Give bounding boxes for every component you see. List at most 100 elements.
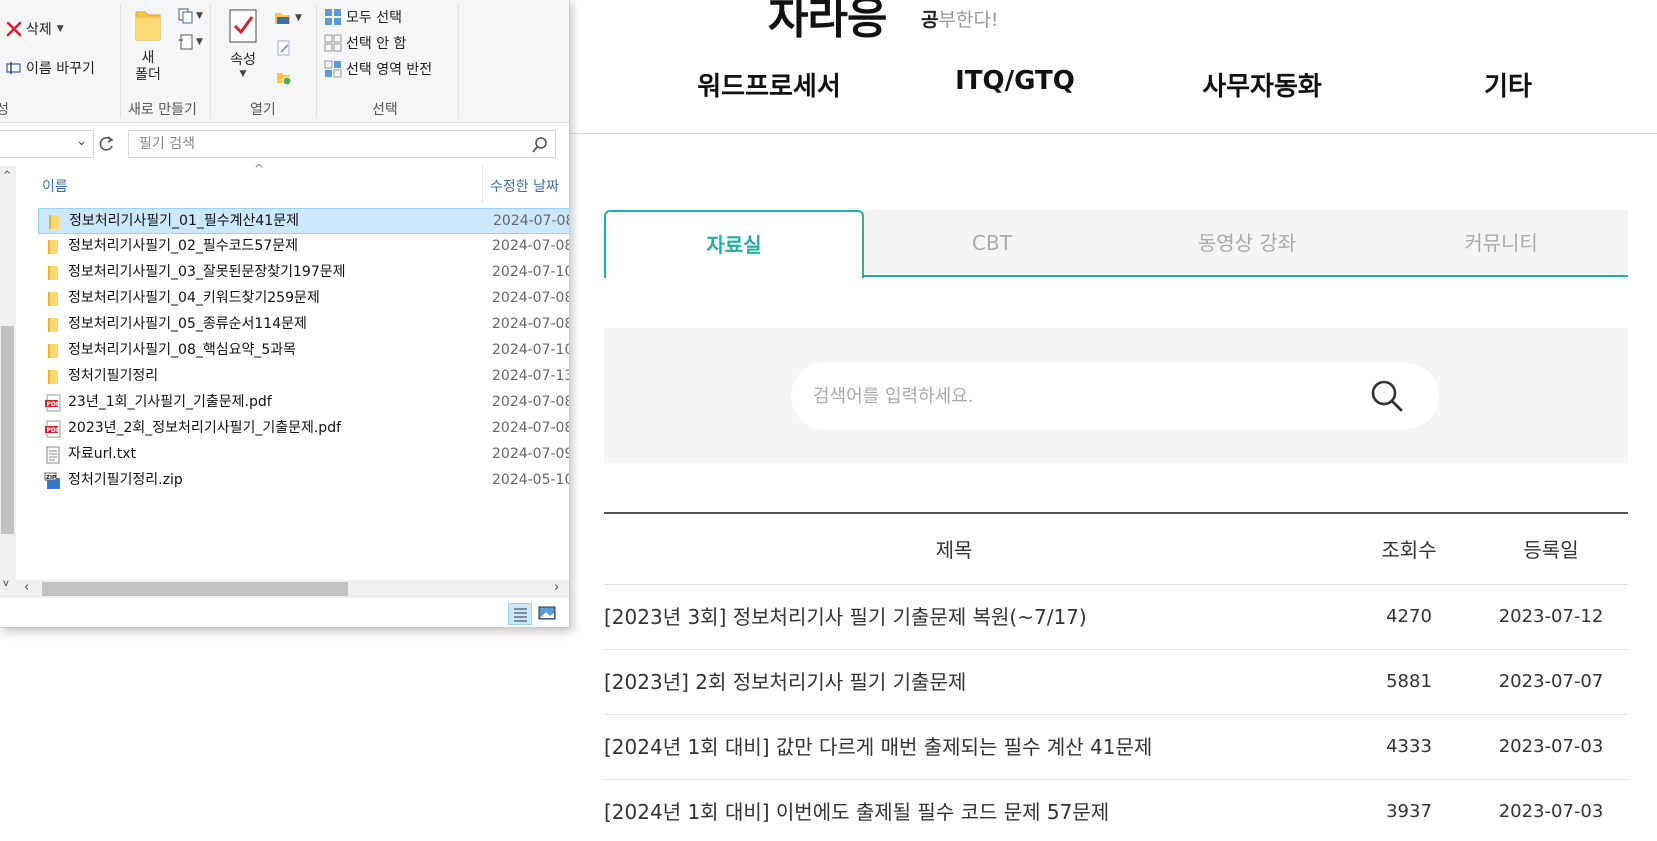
post-title[interactable]: [2023년] 2회 정보처리기사 필기 기출문제 (604, 650, 966, 714)
select-all-button[interactable]: 모두 선택 (324, 7, 402, 27)
ribbon: 삭제 ▼ 이름 바꾸기 성 새 폴더 ▼ ▼ 새로 만들기 속성 ▼ (0, 0, 569, 123)
delete-button[interactable]: 삭제 ▼ (6, 19, 64, 39)
nav-office-automation[interactable]: 사무자동화 (1202, 66, 1322, 103)
board-tabs: 자료실 CBT 동영상 강좌 커뮤니티 (604, 210, 1628, 278)
column-modified[interactable]: 수정한 날짜 (490, 176, 559, 196)
post-row[interactable]: [2024년 1회 대비] 이번에도 출제될 필수 코드 문제 57문제 393… (604, 780, 1628, 841)
address-bar[interactable]: ⌄ (0, 130, 94, 158)
post-date: 2023-07-07 (1498, 671, 1604, 692)
chevron-down-icon[interactable]: ⌄ (76, 134, 87, 149)
search-icon[interactable] (1369, 378, 1405, 414)
post-title[interactable]: [2024년 1회 대비] 값만 다르게 매번 출제되는 필수 계산 41문제 (604, 715, 1152, 779)
details-view-button[interactable] (508, 603, 532, 625)
open-folder-icon (275, 13, 290, 24)
rename-label: 이름 바꾸기 (26, 61, 95, 77)
properties-button[interactable]: 속성 ▼ (226, 8, 260, 79)
folder-icon (48, 240, 58, 254)
board-header: 제목 조회수 등록일 (604, 512, 1628, 585)
svg-text:PDF: PDF (47, 427, 60, 434)
post-views: 5881 (1386, 671, 1432, 692)
file-date: 2024-07-08 (492, 238, 570, 254)
file-date: 2024-07-08 (493, 213, 570, 229)
post-date: 2023-07-03 (1498, 736, 1604, 757)
select-none-label: 선택 안 함 (346, 36, 407, 52)
history-button[interactable] (276, 70, 292, 86)
post-title[interactable]: [2024년 1회 대비] 이번에도 출제될 필수 코드 문제 57문제 (604, 780, 1109, 841)
file-row[interactable]: 정보처리기사필기_08_핵심요약_5과목 2024-07-10 (38, 338, 569, 364)
horizontal-scroll-thumb[interactable] (42, 582, 348, 596)
refresh-icon[interactable] (96, 134, 116, 154)
post-date: 2023-07-12 (1498, 606, 1604, 627)
column-separator[interactable] (482, 166, 483, 204)
large-icons-view-icon (538, 606, 556, 620)
horizontal-scrollbar[interactable]: ‹ › (16, 580, 569, 598)
file-date: 2024-07-13 (492, 368, 570, 384)
ribbon-separator (210, 4, 211, 118)
text-file-icon (46, 446, 60, 464)
rename-icon (6, 62, 21, 74)
post-row[interactable]: [2023년] 2회 정보처리기사 필기 기출문제 5881 2023-07-0… (604, 650, 1628, 715)
tab-archive[interactable]: 자료실 (604, 210, 864, 278)
sort-ascending-icon: ^ (254, 162, 265, 176)
post-row[interactable]: [2024년 1회 대비] 값만 다르게 매번 출제되는 필수 계산 41문제 … (604, 715, 1628, 780)
post-board: 제목 조회수 등록일 [2023년 3회] 정보처리기사 필기 기출문제 복원(… (604, 512, 1628, 841)
file-name: 정처기필기정리.zip (68, 472, 183, 488)
chevron-down-icon: ▼ (239, 69, 247, 79)
tab-cbt[interactable]: CBT (864, 210, 1120, 277)
search-icon[interactable] (531, 136, 549, 154)
post-row[interactable]: [2023년 3회] 정보처리기사 필기 기출문제 복원(~7/17) 4270… (604, 585, 1628, 650)
file-explorer-window: 삭제 ▼ 이름 바꾸기 성 새 폴더 ▼ ▼ 새로 만들기 속성 ▼ (0, 0, 570, 628)
file-row[interactable]: ZIP 정처기필기정리.zip 2024-05-10 (38, 468, 570, 494)
easy-access-icon (179, 34, 193, 50)
board-search-input[interactable] (813, 363, 1353, 429)
file-row[interactable]: 정보처리기사필기_01_필수계산41문제 2024-07-08 (38, 208, 570, 234)
file-date: 2024-07-08 (492, 420, 570, 436)
file-row[interactable]: 정보처리기사필기_02_필수코드57문제 2024-07-08 (38, 234, 570, 260)
new-folder-button[interactable]: 새 폴더 (132, 6, 164, 84)
scroll-up-icon[interactable]: ^ (3, 170, 11, 181)
new-item-icon (178, 8, 193, 24)
file-row[interactable]: 정보처리기사필기_04_키워드찾기259문제 2024-07-08 (38, 286, 569, 312)
invert-selection-button[interactable]: 선택 영역 반전 (324, 59, 432, 79)
easy-access-button[interactable]: ▼ (178, 34, 203, 50)
edit-icon (277, 40, 290, 56)
tab-video-lectures[interactable]: 동영상 강좌 (1120, 210, 1374, 277)
tab-community[interactable]: 커뮤니티 (1374, 210, 1628, 277)
folder-search-input[interactable] (139, 131, 519, 157)
vertical-scrollbar[interactable]: ^ v (0, 166, 16, 598)
scroll-left-icon[interactable]: ‹ (24, 580, 29, 595)
file-row[interactable]: 자료url.txt 2024-07-09 (38, 442, 569, 468)
select-none-button[interactable]: 선택 안 함 (324, 33, 406, 53)
file-row[interactable]: PDF 2023년_2회_정보처리기사필기_기출문제.pdf 2024-07-0… (38, 416, 570, 442)
history-icon (277, 73, 292, 86)
new-item-button[interactable]: ▼ (178, 8, 203, 24)
column-name[interactable]: 이름 (42, 176, 68, 196)
scroll-right-icon[interactable]: › (554, 580, 559, 595)
file-name: 정처기필기정리 (68, 368, 159, 384)
slogan-strong: 공 (921, 9, 939, 31)
file-row[interactable]: 정보처리기사필기_03_잘못된문장찾기197문제 2024-07-10 (38, 260, 569, 286)
file-date: 2024-05-10 (492, 472, 570, 488)
site-logo[interactable]: 자라응 (768, 0, 887, 46)
nav-itq-gtq[interactable]: ITQ/GTQ (955, 66, 1075, 96)
pdf-icon: PDF (45, 420, 61, 438)
file-row[interactable]: 정처기필기정리 2024-07-13 (38, 364, 570, 390)
large-icons-view-button[interactable] (536, 603, 560, 625)
post-title[interactable]: [2023년 3회] 정보처리기사 필기 기출문제 복원(~7/17) (604, 585, 1087, 649)
header-date: 등록일 (1523, 538, 1579, 562)
nav-etc[interactable]: 기타 (1484, 66, 1532, 103)
file-name: 정보처리기사필기_08_핵심요약_5과목 (68, 342, 297, 358)
scroll-down-icon[interactable]: v (3, 578, 9, 589)
file-row[interactable]: 정보처리기사필기_05_종류순서114문제 2024-07-08 (38, 312, 570, 338)
folder-search-box (128, 130, 556, 158)
file-row[interactable]: PDF 23년_1회_기사필기_기출문제.pdf 2024-07-08 (38, 390, 569, 416)
open-button[interactable]: ▼ (274, 10, 302, 26)
edit-button[interactable] (276, 40, 292, 56)
rename-button[interactable]: 이름 바꾸기 (6, 58, 95, 78)
vertical-scroll-thumb[interactable] (1, 326, 14, 534)
file-date: 2024-07-08 (492, 316, 570, 332)
search-bar (791, 363, 1439, 429)
file-name: 정보처리기사필기_03_잘못된문장찾기197문제 (68, 264, 346, 280)
nav-divider (570, 133, 1657, 134)
nav-word-processor[interactable]: 워드프로세서 (697, 66, 841, 103)
